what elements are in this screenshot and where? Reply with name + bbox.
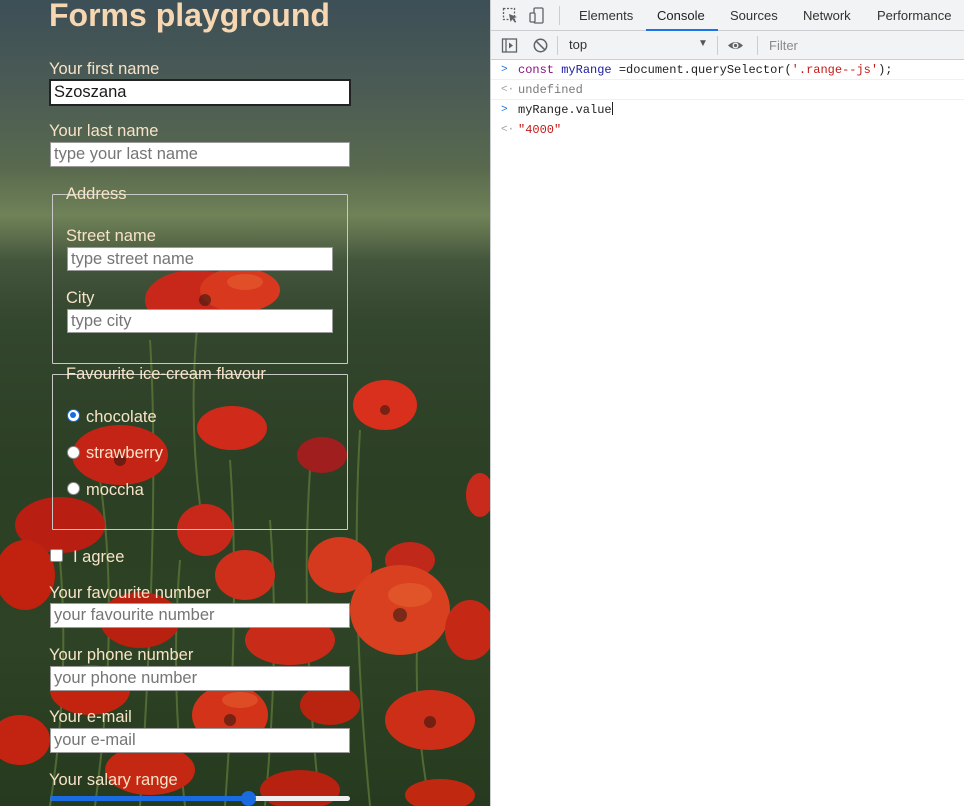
street-label: Street name <box>66 227 156 245</box>
email-label: Your e-mail <box>49 708 132 726</box>
tab-performance[interactable]: Performance <box>877 0 951 31</box>
address-fieldset <box>52 194 348 364</box>
last-name-input[interactable] <box>50 142 350 167</box>
chevron-down-icon[interactable]: ▼ <box>698 38 708 49</box>
console-line: > myRange.value <box>491 100 964 120</box>
toolbar-divider-3 <box>757 36 758 55</box>
console-result: undefined <box>518 83 583 97</box>
address-legend: Address <box>65 185 128 204</box>
tab-elements[interactable]: Elements <box>579 0 633 31</box>
salary-range-fill <box>50 796 248 801</box>
devtools-panel: Elements Console Sources Network Perform… <box>490 0 964 806</box>
fav-number-label: Your favourite number <box>49 584 211 602</box>
page-title: Forms playground <box>49 0 330 33</box>
flavour-radio-strawberry[interactable] <box>67 446 80 459</box>
context-selector[interactable]: top <box>569 37 587 52</box>
output-prompt-icon: <· <box>501 124 515 136</box>
console-line: <· undefined <box>491 80 964 100</box>
tab-console[interactable]: Console <box>657 0 705 31</box>
flavour-label-moccha: moccha <box>86 481 144 499</box>
eye-icon[interactable] <box>727 37 744 54</box>
clear-console-icon[interactable] <box>532 37 549 54</box>
inspect-icon[interactable] <box>502 7 519 24</box>
street-input[interactable] <box>67 247 333 271</box>
output-prompt-icon: <· <box>501 84 515 96</box>
city-input[interactable] <box>67 309 333 333</box>
flavour-label-strawberry: strawberry <box>86 444 164 462</box>
forms-playground: Forms playground Your first name Your la… <box>0 0 490 806</box>
toolbar-divider-1 <box>557 36 558 55</box>
flavour-radio-moccha[interactable] <box>67 482 80 495</box>
input-prompt-icon: > <box>501 64 508 76</box>
email-input[interactable] <box>50 728 350 753</box>
input-prompt-icon: > <box>501 104 508 116</box>
fav-number-input[interactable] <box>50 603 350 628</box>
console-toolbar: top ▼ Filter <box>491 31 964 60</box>
device-toggle-icon[interactable] <box>529 7 546 24</box>
city-label: City <box>66 289 95 307</box>
sidebar-toggle-icon[interactable] <box>501 37 518 54</box>
code-variable: myRange <box>561 63 612 77</box>
console-command: myRange.value <box>518 103 612 117</box>
code-string: '.range--js' <box>791 63 879 77</box>
salary-range-thumb[interactable] <box>241 791 256 806</box>
console-line: <· "4000" <box>491 120 964 140</box>
page-viewport: Forms playground Your first name Your la… <box>0 0 490 806</box>
text-caret <box>611 102 613 115</box>
last-name-label: Your last name <box>49 122 159 140</box>
phone-label: Your phone number <box>49 646 194 664</box>
console-result: "4000" <box>518 123 562 137</box>
toolbar-divider-2 <box>717 36 718 55</box>
first-name-label: Your first name <box>49 60 160 78</box>
salary-label: Your salary range <box>49 771 178 789</box>
filter-input[interactable]: Filter <box>769 38 798 53</box>
tabbar-divider <box>559 6 560 25</box>
flavour-legend: Favourite ice-cream flavour <box>66 365 266 383</box>
tab-network[interactable]: Network <box>803 0 851 31</box>
code-end: ); <box>878 63 893 77</box>
console-line: > const myRange =document.querySelector(… <box>491 60 964 80</box>
flavour-label-chocolate: chocolate <box>86 408 157 426</box>
tab-sources[interactable]: Sources <box>730 0 778 31</box>
first-name-input[interactable] <box>50 80 350 105</box>
phone-input[interactable] <box>50 666 350 691</box>
code-expression: =document.querySelector( <box>611 63 792 77</box>
console-output[interactable]: > const myRange =document.querySelector(… <box>491 60 964 140</box>
agree-checkbox[interactable] <box>50 549 63 562</box>
code-keyword: const <box>518 63 555 77</box>
devtools-tabbar: Elements Console Sources Network Perform… <box>491 0 964 31</box>
flavour-radio-chocolate[interactable] <box>67 409 80 422</box>
salary-range-slider[interactable] <box>50 791 350 806</box>
agree-label: I agree <box>73 548 125 566</box>
